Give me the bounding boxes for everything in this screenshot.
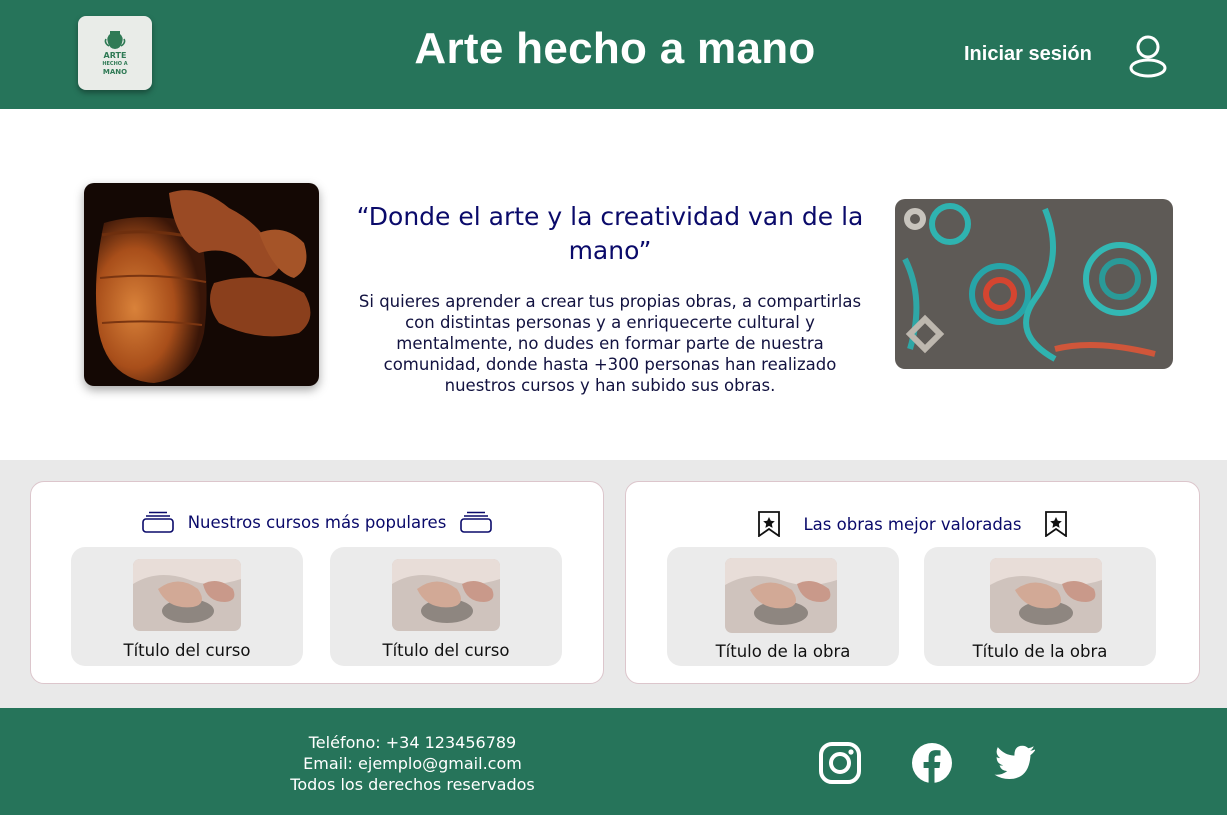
instagram-icon[interactable] [818, 741, 862, 785]
logo-text-line-3: MANO [102, 68, 128, 76]
site-title: Arte hecho a mano [414, 24, 816, 73]
stack-icon [141, 511, 174, 533]
course-card[interactable]: Título del curso [71, 547, 303, 666]
top-works-card: Las obras mejor valoradas Título de la o… [625, 481, 1200, 684]
footer-email[interactable]: Email: ejemplo@gmail.com [240, 753, 585, 774]
course-thumbnail [133, 559, 241, 631]
facebook-icon[interactable] [910, 741, 954, 785]
login-link[interactable]: Iniciar sesión [964, 43, 1092, 66]
site-footer: Teléfono: +34 123456789 Email: ejemplo@g… [0, 708, 1227, 815]
course-thumbnail [392, 559, 500, 631]
logo-text-line-2: HECHO A [102, 61, 128, 67]
logo[interactable]: ARTE HECHO A MANO [78, 16, 152, 90]
courses-title: Nuestros cursos más populares [187, 512, 447, 532]
works-title: Las obras mejor valoradas [803, 514, 1022, 534]
hero-description: Si quieres aprender a crear tus propias … [358, 292, 862, 395]
course-title: Título del curso [382, 641, 510, 660]
works-header: Las obras mejor valoradas [626, 511, 1199, 537]
work-title: Título de la obra [715, 642, 851, 661]
pottery-photo [84, 183, 319, 386]
popular-courses-card: Nuestros cursos más populares Título del… [30, 481, 604, 684]
jewelry-photo [895, 199, 1173, 369]
vase-icon [104, 31, 126, 49]
hero-quote: “Donde el arte y la creatividad van de l… [356, 202, 864, 265]
twitter-icon[interactable] [994, 745, 1036, 781]
contact-info: Teléfono: +34 123456789 Email: ejemplo@g… [240, 732, 585, 795]
work-thumbnail [725, 558, 837, 633]
work-card[interactable]: Título de la obra [667, 547, 899, 666]
work-thumbnail [990, 558, 1102, 633]
user-icon[interactable] [1128, 34, 1168, 78]
course-card[interactable]: Título del curso [330, 547, 562, 666]
work-title: Título de la obra [972, 642, 1108, 661]
footer-phone: Teléfono: +34 123456789 [308, 733, 517, 752]
stack-icon [460, 511, 493, 533]
bookmark-star-icon [758, 511, 781, 537]
bookmark-star-icon [1044, 511, 1067, 537]
work-card[interactable]: Título de la obra [924, 547, 1156, 666]
logo-text-line-1: ARTE [103, 51, 127, 60]
footer-rights: Todos los derechos reservados [290, 775, 535, 794]
course-title: Título del curso [123, 641, 251, 660]
site-header: ARTE HECHO A MANO Arte hecho a mano Inic… [0, 0, 1227, 109]
courses-header: Nuestros cursos más populares [31, 511, 603, 533]
